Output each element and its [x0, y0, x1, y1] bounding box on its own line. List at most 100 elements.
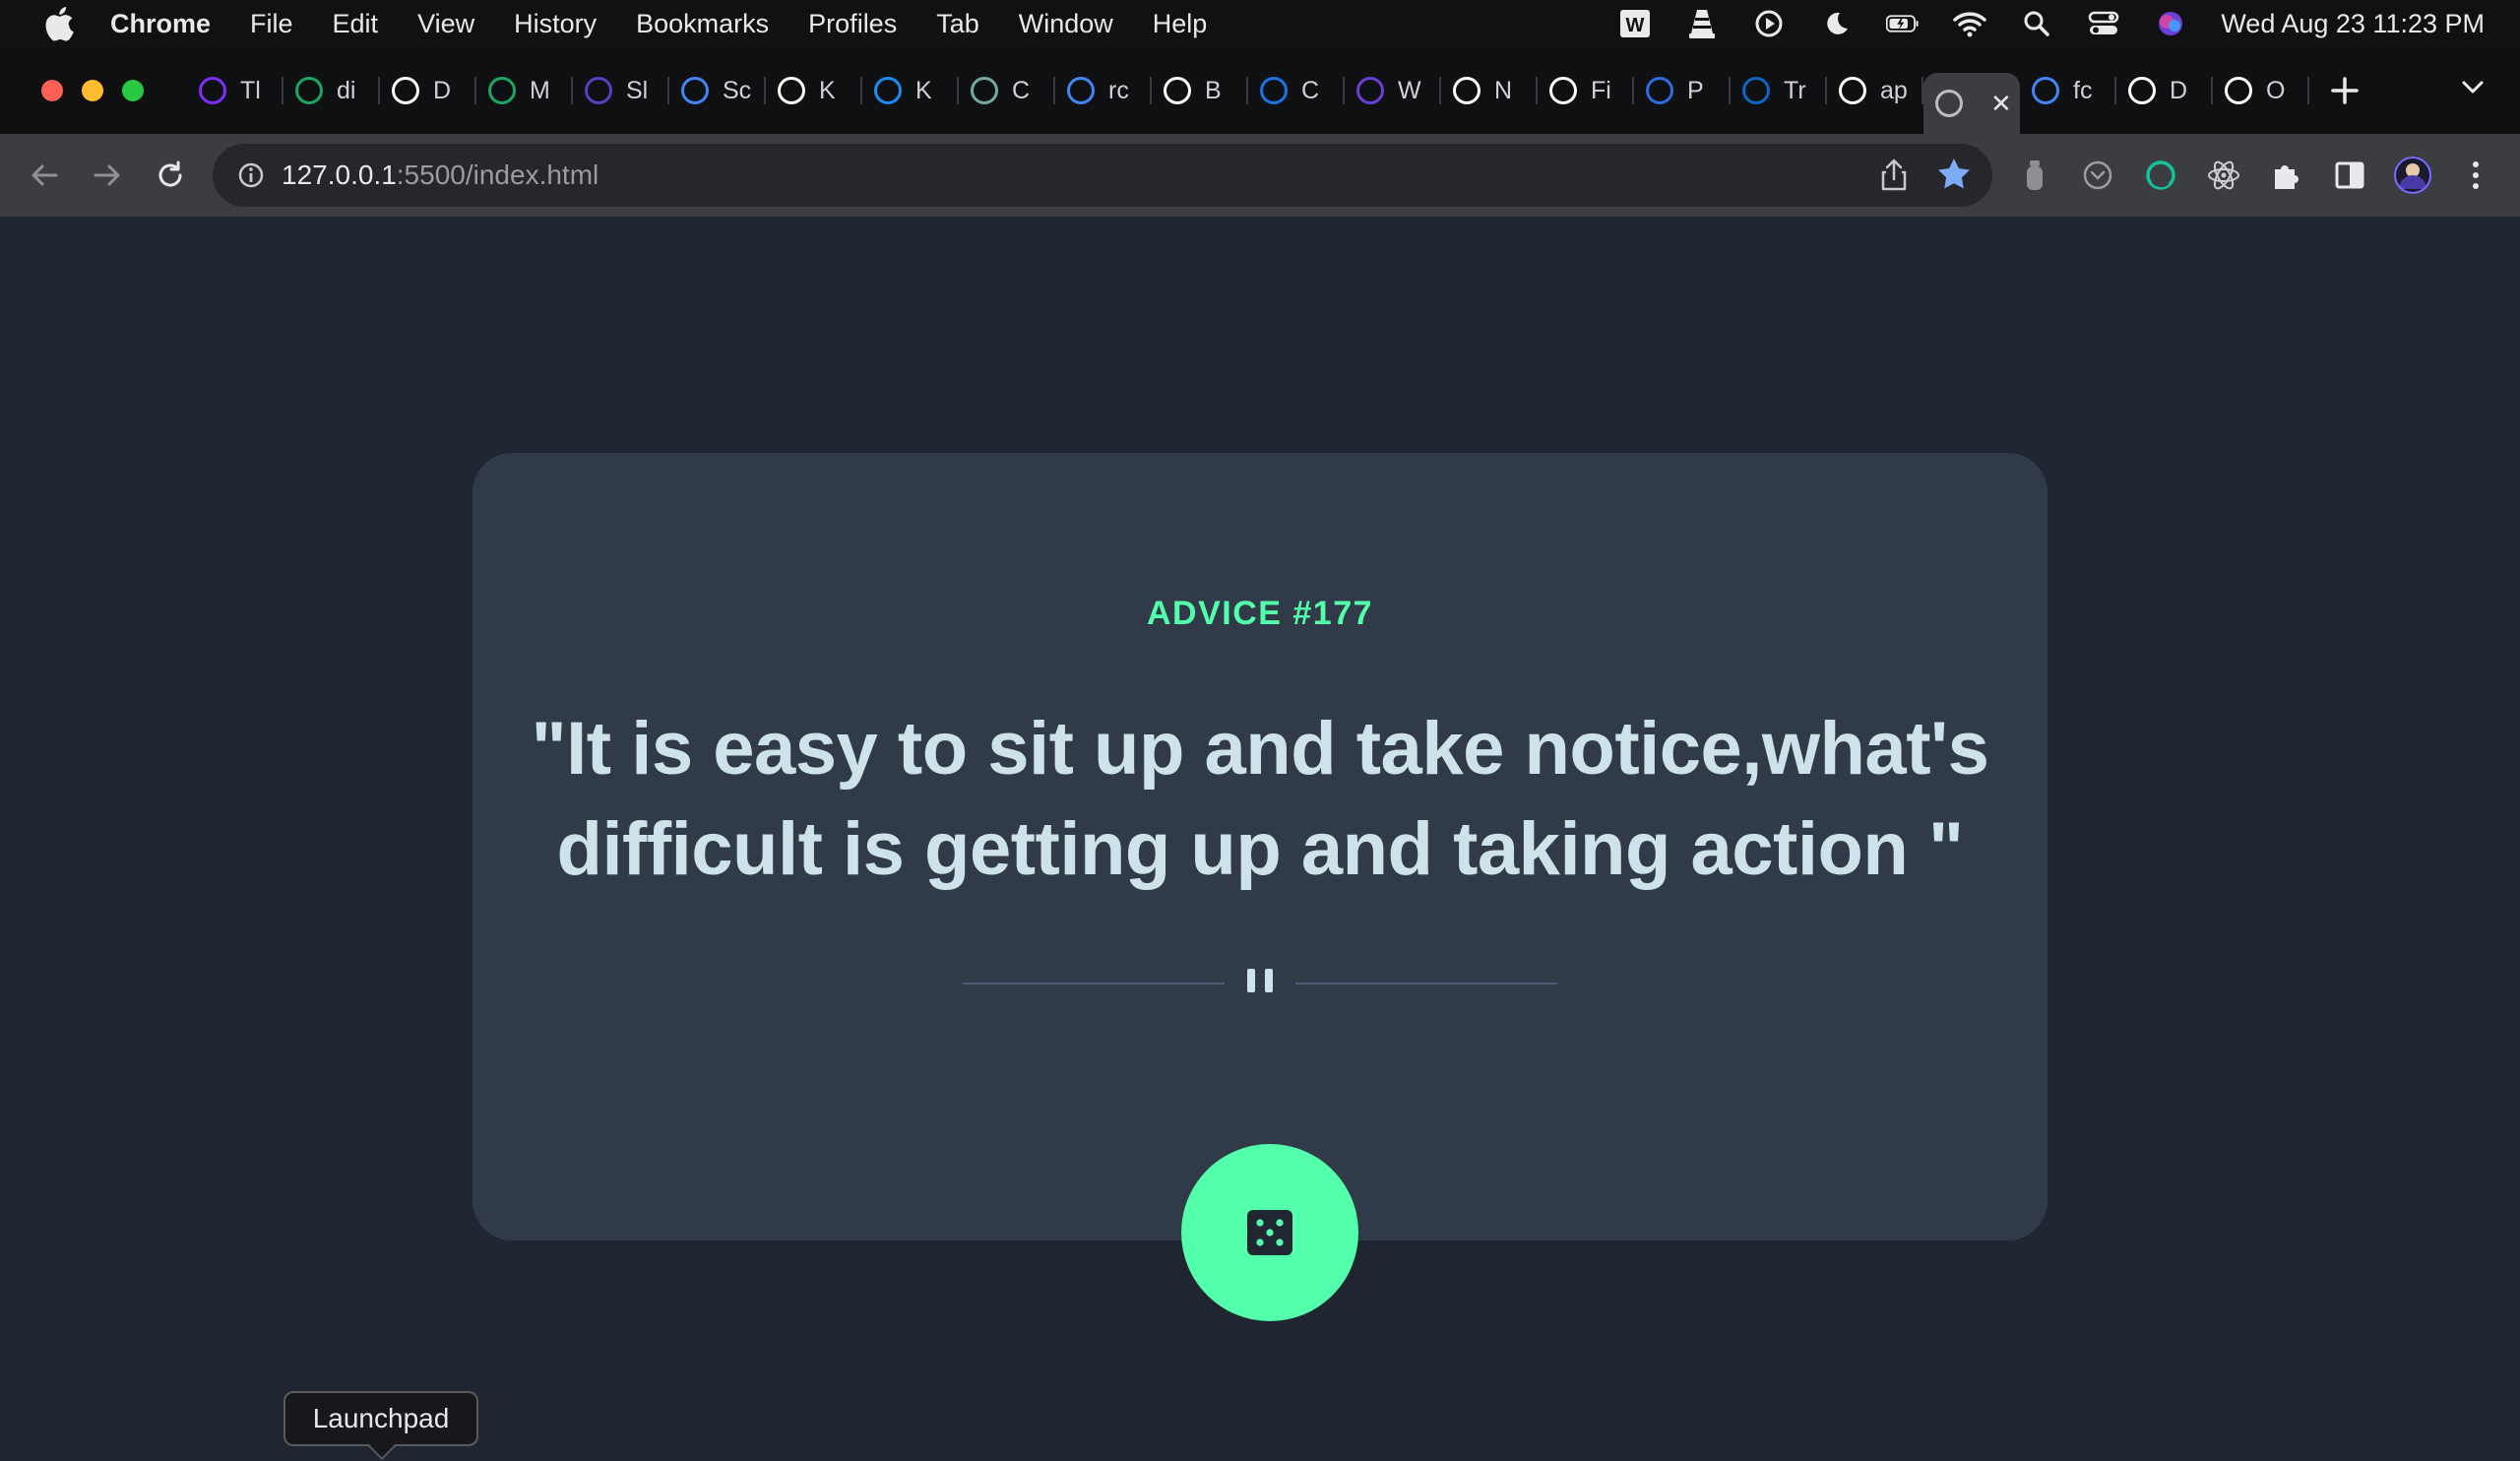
- zoom-window-button[interactable]: [122, 80, 144, 101]
- page-icon: [1549, 77, 1577, 104]
- tab-strip: Tl di D M Sl Sc K K Crc B C W N Fi P Tr ap ✕ fc D O: [0, 47, 2520, 134]
- close-window-button[interactable]: [41, 80, 63, 101]
- word-icon[interactable]: W: [1618, 7, 1652, 40]
- chrome-icon: [1453, 77, 1480, 104]
- browser-tab[interactable]: ✕: [1923, 73, 2020, 134]
- minimize-window-button[interactable]: [82, 80, 103, 101]
- google-icon: [681, 77, 709, 104]
- reload-icon[interactable]: [148, 153, 193, 198]
- browser-tab[interactable]: W: [1345, 63, 1441, 118]
- control-center-icon[interactable]: [2087, 7, 2120, 40]
- tab-title: rc: [1108, 76, 1129, 104]
- tab-icon-purple-u: [199, 77, 226, 104]
- chatgpt-icon: [971, 77, 998, 104]
- back-icon[interactable]: [22, 153, 67, 198]
- browser-tab[interactable]: K: [766, 63, 862, 118]
- menu-file[interactable]: File: [250, 9, 293, 39]
- url-text[interactable]: 127.0.0.1:5500/index.html: [282, 159, 598, 191]
- moon-icon[interactable]: [1819, 7, 1853, 40]
- svg-text:W: W: [1626, 15, 1645, 36]
- browser-tab[interactable]: Fi: [1538, 63, 1634, 118]
- browser-tab[interactable]: Sc: [669, 63, 766, 118]
- tab-title: Sl: [626, 76, 649, 104]
- browser-tab[interactable]: P: [1634, 63, 1731, 118]
- tab-title: N: [1494, 76, 1513, 104]
- tab-title: Fi: [1591, 76, 1611, 104]
- menubar-clock[interactable]: Wed Aug 23 11:23 PM: [2221, 9, 2485, 39]
- site-info-icon[interactable]: [234, 159, 268, 192]
- side-panel-icon[interactable]: [2329, 155, 2370, 196]
- wifi-icon[interactable]: [1953, 7, 1987, 40]
- tab-title: C: [1012, 76, 1031, 104]
- google-drive-icon: [295, 77, 323, 104]
- k-icon: [778, 77, 805, 104]
- menu-profiles[interactable]: Profiles: [808, 9, 897, 39]
- browser-tab[interactable]: Tr: [1731, 63, 1827, 118]
- browser-tab[interactable]: C: [1248, 63, 1345, 118]
- tab-title: ap: [1880, 76, 1908, 104]
- menu-history[interactable]: History: [514, 9, 597, 39]
- browser-tab[interactable]: M: [476, 63, 573, 118]
- advice-number: ADVICE #177: [1146, 595, 1374, 632]
- mac-menu-bar: Chrome File Edit View History Bookmarks …: [0, 0, 2520, 47]
- triangle-icon: [2128, 77, 2156, 104]
- browser-tab[interactable]: Sl: [573, 63, 669, 118]
- battery-icon[interactable]: [1886, 7, 1920, 40]
- advice-card: ADVICE #177 "It is easy to sit up and ta…: [472, 453, 2048, 1240]
- browser-tab[interactable]: K: [862, 63, 959, 118]
- divider-line-right: [1295, 983, 1557, 985]
- browser-tab[interactable]: C: [959, 63, 1055, 118]
- menu-app-name[interactable]: Chrome: [110, 9, 211, 39]
- browser-tab[interactable]: Tl: [187, 63, 284, 118]
- browser-tab[interactable]: D: [380, 63, 476, 118]
- tab-search-chevron-icon[interactable]: [2453, 67, 2492, 106]
- tab-title: fc: [2073, 76, 2093, 104]
- browser-tab[interactable]: ap: [1827, 63, 1923, 118]
- c-blue-icon: [1260, 77, 1288, 104]
- browser-toolbar: 127.0.0.1:5500/index.html: [0, 134, 2520, 217]
- extension-bottle-icon[interactable]: [2014, 155, 2055, 196]
- browser-tab[interactable]: rc: [1055, 63, 1152, 118]
- pattern-divider: [963, 965, 1557, 1000]
- react-devtools-icon[interactable]: [2203, 155, 2244, 196]
- advice-quote: "It is easy to sit up and take notice,wh…: [531, 707, 1989, 891]
- menu-bookmarks[interactable]: Bookmarks: [636, 9, 769, 39]
- bookmark-star-icon[interactable]: [1935, 156, 1973, 193]
- tab-title: di: [337, 76, 356, 104]
- extension-green-ring-icon[interactable]: [2140, 155, 2181, 196]
- linkedin-icon: [1742, 77, 1770, 104]
- browser-tab[interactable]: fc: [2020, 63, 2116, 118]
- vlc-icon[interactable]: [1685, 7, 1719, 40]
- siri-icon[interactable]: [2154, 7, 2187, 40]
- apple-icon[interactable]: [39, 4, 79, 43]
- extension-pocket-icon[interactable]: [2077, 155, 2118, 196]
- google-icon: [2032, 77, 2059, 104]
- browser-tab[interactable]: N: [1441, 63, 1538, 118]
- forward-icon[interactable]: [85, 153, 130, 198]
- menu-edit[interactable]: Edit: [333, 9, 379, 39]
- extensions-puzzle-icon[interactable]: [2266, 155, 2307, 196]
- browser-menu-icon[interactable]: [2455, 155, 2496, 196]
- menu-tab[interactable]: Tab: [936, 9, 979, 39]
- profile-avatar[interactable]: [2392, 155, 2433, 196]
- menu-view[interactable]: View: [417, 9, 474, 39]
- spotlight-icon[interactable]: [2020, 7, 2053, 40]
- browser-tab[interactable]: B: [1152, 63, 1248, 118]
- new-tab-button[interactable]: [2315, 63, 2374, 118]
- browser-tab[interactable]: O: [2213, 63, 2309, 118]
- divider-line-left: [963, 983, 1225, 985]
- tab-title: Tl: [240, 76, 261, 104]
- download-icon: [392, 77, 419, 104]
- browser-tab[interactable]: D: [2116, 63, 2213, 118]
- play-icon[interactable]: [1752, 7, 1786, 40]
- dice-icon: [1247, 1210, 1292, 1255]
- globe-icon: [1935, 90, 1963, 117]
- new-advice-button[interactable]: [1181, 1144, 1358, 1321]
- menu-window[interactable]: Window: [1019, 9, 1113, 39]
- browser-tab[interactable]: di: [284, 63, 380, 118]
- close-tab-icon[interactable]: ✕: [1990, 89, 2012, 119]
- menu-help[interactable]: Help: [1153, 9, 1208, 39]
- tab-title: K: [915, 76, 932, 104]
- share-icon[interactable]: [1876, 158, 1912, 193]
- address-bar[interactable]: 127.0.0.1:5500/index.html: [213, 144, 1992, 207]
